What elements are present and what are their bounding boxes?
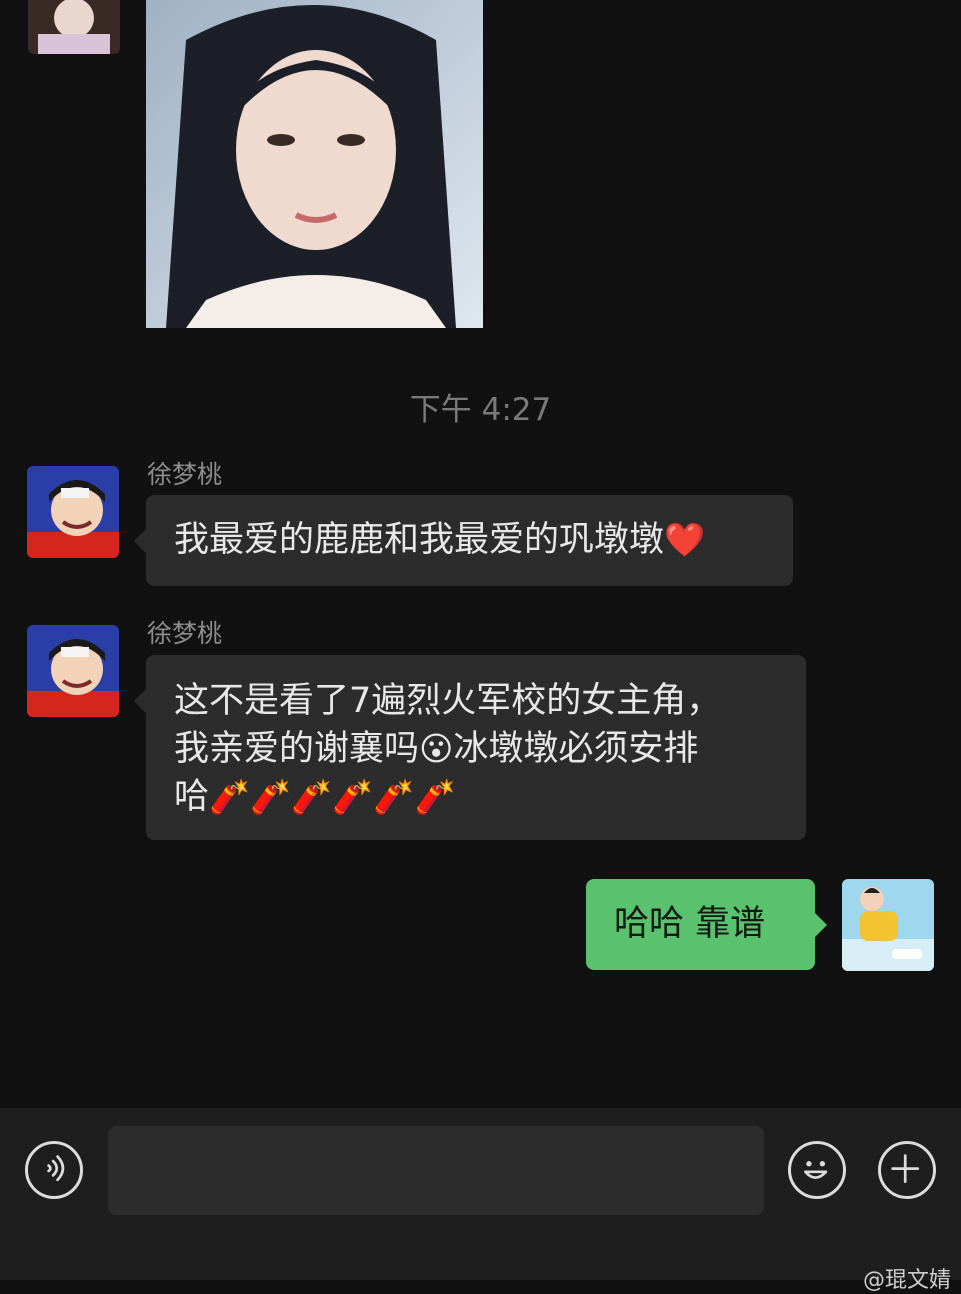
avatar-xu-mengtao[interactable]	[27, 625, 119, 717]
message-text: 我亲爱的谢襄吗	[174, 729, 420, 769]
message-bubble[interactable]: 我最爱的鹿鹿和我最爱的巩墩墩❤️	[134, 495, 793, 586]
emoji-icon	[804, 1161, 828, 1179]
watermark: @琨文婧	[862, 1268, 951, 1293]
avatar-self[interactable]	[842, 879, 934, 971]
message-timestamp: 下午 4:27	[409, 392, 552, 428]
message-text: 哈	[174, 777, 210, 817]
avatar-top[interactable]	[28, 0, 120, 54]
message-text: 哈哈 靠谱	[614, 904, 766, 944]
message-input[interactable]	[108, 1126, 764, 1215]
outgoing-message-bubble[interactable]: 哈哈 靠谱	[586, 879, 827, 970]
firecracker-emojis: 🧨🧨🧨🧨🧨🧨	[209, 777, 456, 816]
emoji-button[interactable]	[788, 1141, 846, 1199]
message-line-2: 我亲爱的谢襄吗😮冰墩墩必须安排	[174, 725, 778, 773]
avatar-xu-mengtao[interactable]	[27, 466, 119, 558]
surprised-emoji: 😮	[419, 729, 454, 768]
sender-name: 徐梦桃	[147, 460, 223, 489]
voice-icon	[47, 1155, 65, 1182]
sender-name: 徐梦桃	[147, 619, 223, 648]
heart-emoji: ❤️	[664, 520, 706, 559]
message-bubble[interactable]: 这不是看了7遍烈火军校的女主角， 我亲爱的谢襄吗😮冰墩墩必须安排 哈🧨🧨🧨🧨🧨🧨	[134, 655, 806, 840]
plus-button[interactable]	[878, 1141, 936, 1199]
message-line-1: 这不是看了7遍烈火军校的女主角，	[174, 681, 722, 721]
image-message[interactable]	[146, 0, 483, 328]
plus-icon	[891, 1154, 920, 1183]
message-text: 冰墩墩必须安排	[453, 729, 699, 769]
message-line-3: 哈🧨🧨🧨🧨🧨🧨	[174, 773, 778, 821]
message-text: 我最爱的鹿鹿和我最爱的巩墩墩	[174, 520, 665, 560]
voice-button[interactable]	[25, 1141, 83, 1199]
